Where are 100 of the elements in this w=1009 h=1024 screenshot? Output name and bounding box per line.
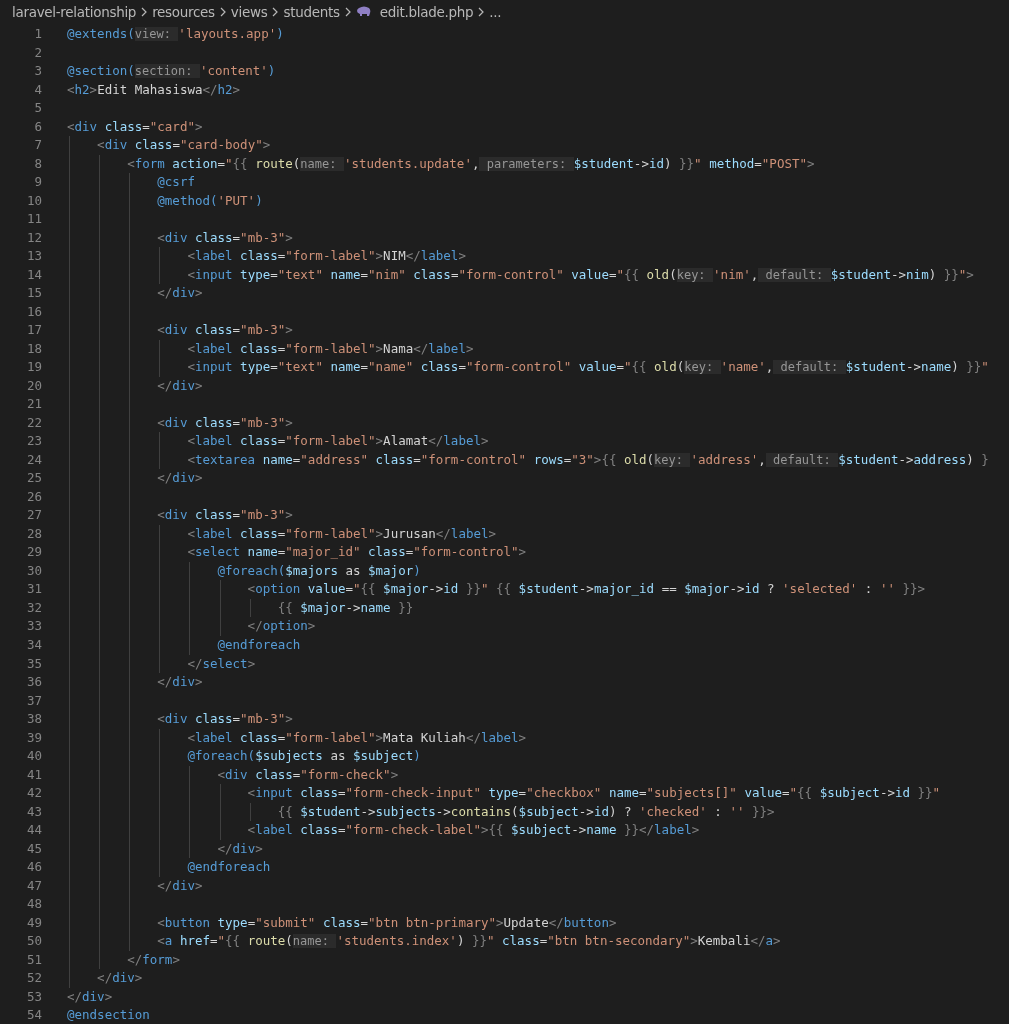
- line-number: 21: [26, 395, 42, 414]
- code-line: </div>: [156, 376, 203, 395]
- code-line: <option value="{{ $major->id }}" {{ $student->major_id == $major->id ? 'selected' : '' }}>: [246, 580, 926, 599]
- line-number: 25: [26, 469, 42, 488]
- line-number: 24: [26, 450, 42, 469]
- line-number: 36: [26, 673, 42, 692]
- line-number: 53: [26, 987, 42, 1006]
- code-line: {{ $major->name }}: [276, 598, 414, 617]
- line-number: 27: [26, 506, 42, 525]
- line-number: 30: [26, 561, 42, 580]
- line-number: 42: [26, 784, 42, 803]
- line-number: 12: [26, 228, 42, 247]
- line-number: 38: [26, 710, 42, 729]
- code-line: <form action="{{ route(name: 'students.update', parameters: $student->id) }}" method="POST">: [126, 154, 815, 173]
- line-number: 34: [26, 636, 42, 654]
- line-number: 1: [34, 25, 42, 43]
- chevron-icon: [477, 7, 486, 17]
- code-line: @method('PUT'): [156, 191, 263, 210]
- code-line: <div class="mb-3">: [156, 506, 293, 525]
- code-line: <div class="mb-3">: [156, 321, 293, 340]
- line-number: 14: [26, 265, 42, 284]
- line-number: 22: [26, 413, 42, 432]
- line-number: 2: [34, 43, 42, 62]
- code-line: @extends(view: 'layouts.app'): [67, 25, 284, 43]
- code-line: <input type="text" name="nim" class="form-control" value="{{ old(key: 'nim', default: $student->nim) }}">: [186, 265, 974, 284]
- code-line: <div class="card">: [67, 117, 203, 136]
- code-line: <label class="form-label">NIM</label>: [186, 247, 466, 266]
- code-line: <label class="form-label">Jurusan</label>: [186, 524, 497, 543]
- line-number: 13: [26, 247, 42, 266]
- code-line: </form>: [126, 950, 180, 969]
- line-number: 15: [26, 284, 42, 303]
- file-breadcrumb[interactable]: edit.blade.php: [379, 4, 474, 20]
- line-number: 37: [26, 691, 42, 710]
- code-line: <input class="form-check-input" type="checkbox" name="subjects[]" value="{{ $subject->id }}": [246, 784, 941, 803]
- code-line: <select name="major_id" class="form-control">: [186, 543, 527, 562]
- code-line: </div>: [156, 469, 203, 488]
- code-line: </div>: [216, 839, 263, 858]
- line-number: 18: [26, 339, 42, 358]
- line-number: 40: [26, 747, 42, 766]
- line-number: 8: [34, 154, 42, 173]
- chevron-icon: [343, 7, 352, 17]
- code-line: </select>: [186, 654, 256, 673]
- line-number: 41: [26, 765, 42, 784]
- line-number: 7: [34, 136, 42, 155]
- code-line: <label class="form-label">Alamat</label>: [186, 432, 489, 451]
- line-number: 16: [26, 302, 42, 321]
- code-line: @endforeach: [216, 636, 301, 654]
- line-number: 4: [34, 80, 42, 99]
- line-number: 51: [26, 950, 42, 969]
- code-line: @foreach($majors as $major): [216, 561, 421, 580]
- code-line: <label class="form-label">Nama</label>: [186, 339, 474, 358]
- code-line: @section(section: 'content'): [67, 62, 276, 81]
- line-number: 28: [26, 524, 42, 543]
- line-number: 49: [26, 913, 42, 932]
- line-number: 5: [34, 99, 42, 118]
- more-link[interactable]: ...: [489, 4, 502, 20]
- code-line: <div class="mb-3">: [156, 413, 293, 432]
- code-line: </div>: [96, 969, 143, 988]
- code-line: </div>: [67, 987, 113, 1006]
- line-number: 44: [26, 821, 42, 840]
- code-line: </option>: [246, 617, 316, 636]
- line-number: 50: [26, 932, 42, 951]
- line-number: 45: [26, 839, 42, 858]
- code-line: {{ $student->subjects->contains($subject->id) ? 'checked' : '' }}>: [276, 802, 775, 821]
- folder-breadcrumb[interactable]: resources: [152, 4, 215, 20]
- line-number: 6: [34, 117, 42, 136]
- line-number: 52: [26, 969, 42, 988]
- code-line: <textarea name="address" class="form-control" rows="3">{{ old(key: 'address', default: $student->address) }: [186, 450, 989, 469]
- code-line: <div class="mb-3">: [156, 228, 293, 247]
- code-line: <div class="mb-3">: [156, 710, 293, 729]
- line-number: 23: [26, 432, 42, 451]
- line-number: 26: [26, 487, 42, 506]
- chevron-icon: [140, 7, 149, 17]
- code-line: <h2>Edit Mahasiswa</h2>: [67, 80, 241, 99]
- chevron-icon: [271, 7, 280, 17]
- line-number: 47: [26, 876, 42, 895]
- line-number: 9: [34, 173, 42, 192]
- line-number: 11: [26, 210, 42, 229]
- folder-breadcrumb[interactable]: views: [230, 4, 268, 20]
- code-line: <div class="form-check">: [216, 765, 399, 784]
- line-number: 48: [26, 895, 42, 914]
- code-line: <button type="submit" class="btn btn-primary">Update</button>: [156, 913, 617, 932]
- line-number: 17: [26, 321, 42, 340]
- code-line: <div class="card-body">: [96, 136, 271, 155]
- line-number: 33: [26, 617, 42, 636]
- chevron-icon: [218, 7, 227, 17]
- code-line: </div>: [156, 284, 203, 303]
- code-line: <input type="text" name="name" class="form-control" value="{{ old(key: 'name', default: $student->name) }}": [186, 358, 989, 377]
- line-number: 20: [26, 376, 42, 395]
- code-line: <label class="form-check-label">{{ $subject->name }}</label>: [246, 821, 700, 840]
- elephant-icon: [355, 6, 372, 18]
- folder-breadcrumb[interactable]: students: [283, 4, 340, 20]
- line-number: 54: [26, 1006, 42, 1024]
- folder-breadcrumb[interactable]: laravel-relationship: [12, 4, 137, 20]
- code-line: @foreach($subjects as $subject): [186, 747, 421, 766]
- line-number: 19: [26, 358, 42, 377]
- code-line: @endsection: [67, 1006, 150, 1024]
- line-number: 10: [26, 191, 42, 210]
- line-number: 43: [26, 802, 42, 821]
- line-number: 3: [34, 62, 42, 80]
